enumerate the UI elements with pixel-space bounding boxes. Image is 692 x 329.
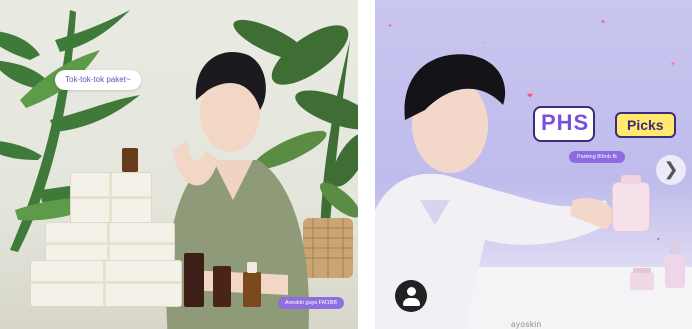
caption-pill: Aveskin guys FM1BB — [277, 297, 344, 309]
picks-tag: Picks — [615, 112, 676, 138]
serum-dropper-cap — [247, 262, 257, 273]
dropper-bottle-small — [665, 240, 685, 288]
serum-bottle-dark-middle — [213, 266, 231, 307]
sparkle-icon: ✦ — [600, 19, 606, 26]
serum-bottle-dark-left — [184, 253, 204, 307]
serum-bottle-top — [122, 148, 138, 172]
chevron-right-icon[interactable]: ❯ — [656, 155, 686, 185]
sparkle-icon: ✦ — [670, 61, 676, 68]
post-image-right[interactable]: ✦ ▪ ✦ ❤ ▪ ✦ PHS Picks Parking 80mb fit ❯… — [375, 0, 692, 329]
serum-bottle-pink — [612, 175, 650, 232]
sparkle-icon: ✦ — [387, 23, 393, 30]
hashtag-pill: Parking 80mb fit — [569, 151, 625, 163]
serum-bottle-amber-right — [243, 272, 261, 307]
speech-bubble: Tok-tok-tok paket~ — [55, 70, 141, 90]
sparkle-icon: ▪ — [483, 40, 486, 47]
product-jar-small — [630, 268, 654, 290]
sparkle-icon: ▪ — [657, 236, 660, 243]
phs-title: PHS — [533, 106, 596, 142]
phs-picks-badge: PHS Picks — [533, 106, 683, 142]
gift-box-bottom — [30, 260, 182, 307]
post-image-left[interactable]: Tok-tok-tok paket~ Aveskin guys FM1BB — [0, 0, 358, 329]
gift-box-top — [70, 172, 152, 226]
brand-label: ayoskin — [511, 320, 542, 329]
user-account-icon[interactable] — [395, 280, 427, 312]
